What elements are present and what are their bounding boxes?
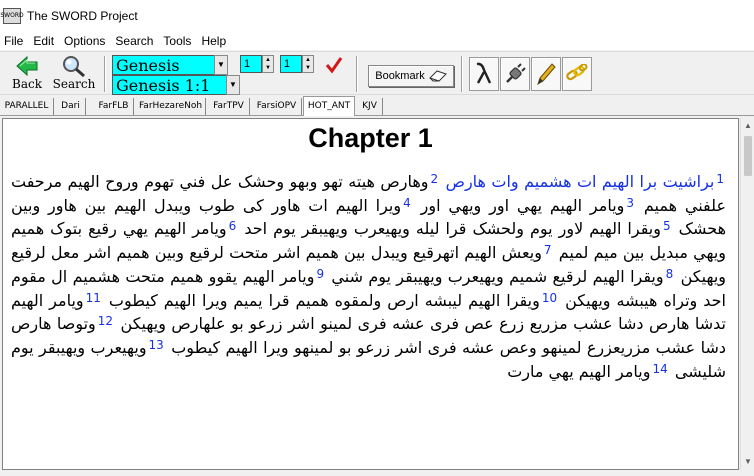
menu-bar: File Edit Options Search Tools Help [0,32,754,50]
pen-icon [537,63,556,86]
verse-number[interactable]: 11 [84,291,103,305]
menu-options[interactable]: Options [60,32,111,50]
back-button[interactable]: Back [6,55,48,93]
vertical-scrollbar[interactable]: ▲ ▼ [740,118,754,470]
reference-field[interactable]: Genesis 1:1 [112,75,240,95]
verse-value: 1 [284,58,291,70]
verse-number[interactable]: 9 [314,267,326,281]
chevron-down-icon[interactable]: ▼ [263,64,273,72]
verse-text: ويامر الهيم يهي مارت [507,361,651,381]
eraser-icon [428,70,447,82]
verse-text: ويقرا الهيم لاور يوم ولحشک قرا ليله ويهي… [244,219,661,239]
tab-hot-ant[interactable]: HOT_ANT [303,96,355,116]
back-label: Back [12,77,42,91]
verse-number[interactable]: 14 [650,362,669,376]
chevron-down-icon[interactable]: ▼ [303,64,313,72]
app-icon-text: SWORD [0,12,24,19]
book-combo[interactable]: Genesis [112,55,228,75]
verse-text: ويقرا الهيم ليبشه ارص ولمقوه هميم قرا يم… [108,290,540,310]
scroll-up-arrow-icon[interactable]: ▲ [741,118,754,134]
menu-tools[interactable]: Tools [159,32,197,50]
scroll-down-arrow-icon[interactable]: ▼ [741,454,754,470]
book-dropdown-arrow[interactable]: ▼ [214,55,228,75]
chapter-spinner[interactable]: 1 [240,55,262,73]
chapter-spin-buttons[interactable]: ▲ ▼ [262,55,274,73]
bookmark-label: Bookmark [375,70,425,82]
verse-spinner[interactable]: 1 [280,55,302,73]
back-arrow-icon [16,56,38,76]
verse-text: براشيت برا الهيم ات هشميم وات هارص [445,172,715,191]
pen-button[interactable] [531,57,561,91]
tab-farflb[interactable]: FarFLB [94,98,134,115]
chevron-up-icon[interactable]: ▲ [303,56,313,64]
plug-icon [506,63,526,83]
menu-search[interactable]: Search [111,32,159,50]
tab-farhezarenoh[interactable]: FarHezareNoh [136,98,206,115]
bookmark-button[interactable]: Bookmark [368,65,454,87]
scroll-thumb[interactable] [744,136,752,176]
verse-number[interactable]: 10 [540,291,559,305]
verse-number[interactable]: 7 [542,243,554,257]
verse-number[interactable]: 8 [664,267,676,281]
verse-number[interactable]: 5 [661,219,673,233]
tab-dari[interactable]: Dari [56,98,86,115]
window-title: The SWORD Project [27,9,138,23]
tab-parallel[interactable]: PARALLEL [0,98,54,115]
toolbar-separator [461,56,463,92]
verse-number[interactable]: 1 [714,172,726,186]
verse-number[interactable]: 3 [624,196,636,210]
menu-help[interactable]: Help [197,32,232,50]
magnifier-icon [63,56,85,77]
verse-number[interactable]: 6 [227,219,239,233]
sword-window: SWORD The SWORD Project File Edit Option… [0,0,754,476]
chapter-value: 1 [244,58,251,70]
bottom-edge [0,470,754,476]
tab-kjv[interactable]: KJV [357,98,383,115]
verse-number[interactable]: 12 [96,314,115,328]
tab-fartpv[interactable]: FarTPV [208,98,250,115]
book-value: Genesis [116,56,180,75]
app-icon: SWORD [0,8,24,24]
tab-farsiopv[interactable]: FarsiOPV [252,98,302,115]
reference-dropdown-arrow[interactable]: ▼ [226,75,240,95]
lambda-icon [476,62,492,84]
chapter-title: Chapter 1 [308,123,433,153]
verse-text: ويامر الهيم يهي اور ويهي اور [420,195,625,215]
verse-number[interactable]: 4 [401,196,413,210]
title-bar: SWORD The SWORD Project [0,0,754,32]
module-tabs: PARALLEL Dari FarFLB FarHezareNoh FarTPV… [0,96,754,116]
reference-value: Genesis 1:1 [116,76,211,95]
toolbar-separator [104,56,106,92]
chain-button[interactable] [562,57,592,91]
checkmark-go-icon[interactable] [325,56,343,74]
verse-spin-buttons[interactable]: ▲ ▼ [302,55,314,73]
verse-number[interactable]: 2 [429,172,441,186]
menu-file[interactable]: File [0,32,29,50]
verse-text: ويقرا الهيم لرقيع شميم ويهيعرب ويهيبقر ي… [331,266,664,286]
verse-number[interactable]: 13 [147,338,166,352]
chevron-up-icon[interactable]: ▲ [263,56,273,64]
toolbar-separator [356,56,358,92]
bible-text-pane[interactable]: Chapter 1 1براشيت برا الهيم ات هشميم وات… [2,118,739,470]
plugin-button[interactable] [500,57,530,91]
chain-link-icon [566,64,588,81]
lambda-button[interactable] [469,57,499,91]
search-label: Search [52,77,96,91]
toolbar: Back Search Genesis ▼ Genesis 1:1 ▼ 1 ▲ ▼… [0,51,754,95]
search-button[interactable]: Search [52,55,96,93]
verse-text-block: 1براشيت برا الهيم ات هشميم وات هارص 2وها… [11,171,726,384]
menu-edit[interactable]: Edit [29,32,60,50]
